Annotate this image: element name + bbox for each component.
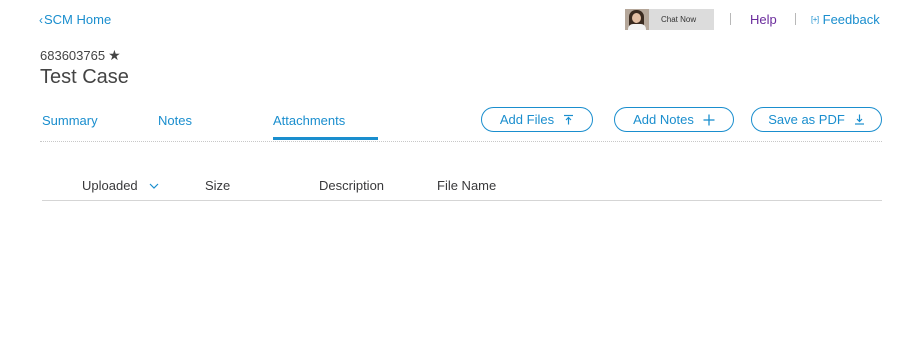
table-header-divider [42, 200, 882, 201]
add-notes-label: Add Notes [633, 112, 694, 127]
chat-now-label: Chat Now [661, 15, 697, 24]
scm-home-link[interactable]: ‹ SCM Home [39, 12, 111, 27]
divider [730, 13, 731, 25]
chevron-left-icon: ‹ [39, 12, 43, 27]
upload-icon [563, 114, 574, 125]
active-tab-indicator [273, 137, 378, 140]
add-files-label: Add Files [499, 112, 555, 127]
column-label-uploaded: Uploaded [82, 178, 138, 193]
agent-avatar [625, 9, 649, 30]
tab-attachments[interactable]: Attachments [273, 113, 345, 128]
page-title: Test Case [40, 66, 129, 88]
column-header-file-name[interactable]: File Name [437, 178, 496, 193]
save-as-pdf-label: Save as PDF [768, 112, 845, 127]
download-icon [854, 114, 865, 125]
case-number: 683603765 ★ [40, 47, 121, 64]
tab-notes[interactable]: Notes [158, 113, 192, 128]
case-number-value: 683603765 [40, 48, 106, 63]
chevron-down-icon [149, 183, 159, 189]
star-icon[interactable]: ★ [108, 47, 121, 64]
divider [795, 13, 796, 25]
feedback-link[interactable]: [+] Feedback [811, 12, 880, 27]
feedback-icon: [+] [811, 15, 819, 24]
feedback-label: Feedback [822, 12, 880, 27]
add-files-button[interactable]: Add Files [481, 107, 593, 132]
column-header-uploaded[interactable]: Uploaded [82, 178, 159, 193]
add-notes-button[interactable]: Add Notes [614, 107, 734, 132]
tab-summary[interactable]: Summary [42, 113, 98, 128]
save-as-pdf-button[interactable]: Save as PDF [751, 107, 882, 132]
chat-now-button[interactable]: Chat Now [625, 9, 714, 30]
column-header-size[interactable]: Size [205, 178, 230, 193]
scm-home-label: SCM Home [44, 12, 112, 27]
tab-divider [40, 141, 882, 142]
help-link[interactable]: Help [750, 12, 777, 27]
column-header-description[interactable]: Description [319, 178, 384, 193]
plus-icon [703, 114, 715, 126]
